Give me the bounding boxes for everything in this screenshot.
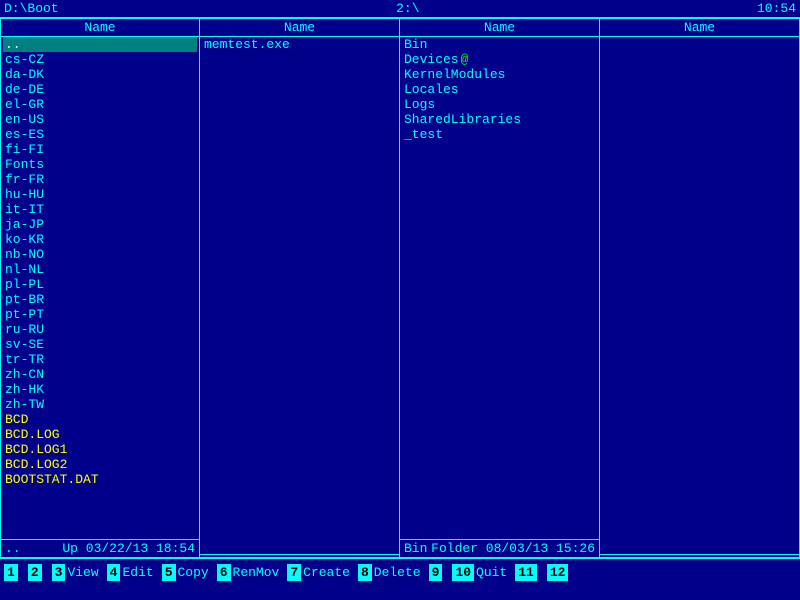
list-item[interactable]: ja-JP: [3, 217, 197, 232]
list-item[interactable]: KernelModules: [402, 67, 597, 82]
list-item[interactable]: Fonts: [3, 157, 197, 172]
function-key-label: RenMov: [233, 565, 280, 580]
function-button-7[interactable]: 7Create: [283, 559, 354, 586]
list-item[interactable]: nb-NO: [3, 247, 197, 262]
function-key-num: 10: [452, 564, 474, 581]
list-item[interactable]: da-DK: [3, 67, 197, 82]
list-item[interactable]: sv-SE: [3, 337, 197, 352]
bottom-bar: 123View4Edit5Copy6RenMov7Create8Delete91…: [0, 558, 800, 586]
list-item[interactable]: _test: [402, 127, 597, 142]
function-key-num: 2: [28, 564, 42, 581]
function-key-label: View: [67, 565, 98, 580]
list-item[interactable]: el-GR: [3, 97, 197, 112]
list-item[interactable]: cs-CZ: [3, 52, 197, 67]
function-key-label: Copy: [178, 565, 209, 580]
clock: 10:54: [757, 1, 796, 16]
panel-right: Name BinDevices @KernelModulesLocalesLog…: [400, 18, 600, 558]
list-item[interactable]: ru-RU: [3, 322, 197, 337]
list-item[interactable]: ko-KR: [3, 232, 197, 247]
panel-right-header: Name: [400, 19, 599, 37]
list-item[interactable]: it-IT: [3, 202, 197, 217]
list-item[interactable]: zh-HK: [3, 382, 197, 397]
list-item[interactable]: en-US: [3, 112, 197, 127]
panel-far-right-header: Name: [600, 19, 799, 37]
list-item[interactable]: pt-BR: [3, 292, 197, 307]
function-button-2[interactable]: 2: [24, 559, 48, 586]
list-item[interactable]: fi-FI: [3, 142, 197, 157]
list-item[interactable]: es-ES: [3, 127, 197, 142]
function-button-9[interactable]: 9: [425, 559, 449, 586]
function-button-10[interactable]: 10Quit: [448, 559, 511, 586]
function-key-num: 8: [358, 564, 372, 581]
panel-middle-footer: [200, 554, 399, 557]
list-item[interactable]: Locales: [402, 82, 597, 97]
function-button-5[interactable]: 5Copy: [158, 559, 213, 586]
function-button-1[interactable]: 1: [0, 559, 24, 586]
function-key-num: 6: [217, 564, 231, 581]
panel-left-footer-right: Up 03/22/13 18:54: [62, 541, 195, 556]
panel-left: Name ..cs-CZda-DKde-DEel-GRen-USes-ESfi-…: [0, 18, 200, 558]
list-item[interactable]: BCD.LOG1: [3, 442, 197, 457]
list-item[interactable]: Devices @: [402, 52, 597, 67]
function-key-num: 12: [547, 564, 569, 581]
list-item[interactable]: BCD.LOG2: [3, 457, 197, 472]
list-item[interactable]: Bin: [402, 37, 597, 52]
left-path: D:\Boot: [4, 1, 59, 16]
panel-middle-header: Name: [200, 19, 399, 37]
panel-middle-content: memtest.exe: [200, 37, 399, 554]
main-area: Name ..cs-CZda-DKde-DEel-GRen-USes-ESfi-…: [0, 18, 800, 558]
list-item[interactable]: zh-CN: [3, 367, 197, 382]
list-item[interactable]: fr-FR: [3, 172, 197, 187]
function-key-num: 11: [515, 564, 537, 581]
function-button-8[interactable]: 8Delete: [354, 559, 425, 586]
list-item[interactable]: nl-NL: [3, 262, 197, 277]
list-item[interactable]: Logs: [402, 97, 597, 112]
function-button-12[interactable]: 12: [543, 559, 575, 586]
list-item[interactable]: de-DE: [3, 82, 197, 97]
panel-left-footer-left: ..: [5, 541, 21, 556]
function-key-num: 7: [287, 564, 301, 581]
list-item[interactable]: pl-PL: [3, 277, 197, 292]
function-key-num: 4: [107, 564, 121, 581]
list-item[interactable]: BCD.LOG: [3, 427, 197, 442]
function-key-num: 5: [162, 564, 176, 581]
top-bar: D:\Boot 2:\ 10:54: [0, 0, 800, 18]
function-key-label: Delete: [374, 565, 421, 580]
panel-left-header: Name: [1, 19, 199, 37]
list-item[interactable]: pt-PT: [3, 307, 197, 322]
function-key-num: 1: [4, 564, 18, 581]
panel-middle: Name memtest.exe: [200, 18, 400, 558]
panel-right-footer: Bin Folder 08/03/13 15:26: [400, 539, 599, 557]
function-key-num: 9: [429, 564, 443, 581]
list-item[interactable]: BCD: [3, 412, 197, 427]
function-button-11[interactable]: 11: [511, 559, 543, 586]
panel-far-right: Name: [600, 18, 800, 558]
function-key-num: 3: [52, 564, 66, 581]
list-item[interactable]: memtest.exe: [202, 37, 397, 52]
function-key-label: Quit: [476, 565, 507, 580]
list-item[interactable]: tr-TR: [3, 352, 197, 367]
function-button-6[interactable]: 6RenMov: [213, 559, 284, 586]
panel-right-footer-right: Folder 08/03/13 15:26: [431, 541, 595, 556]
function-button-3[interactable]: 3View: [48, 559, 103, 586]
panel-right-footer-left: Bin: [404, 541, 427, 556]
function-button-4[interactable]: 4Edit: [103, 559, 158, 586]
function-key-label: Create: [303, 565, 350, 580]
right-path: 2:\: [396, 1, 419, 16]
panel-left-footer: .. Up 03/22/13 18:54: [1, 539, 199, 557]
list-item[interactable]: ..: [3, 37, 197, 52]
list-item[interactable]: zh-TW: [3, 397, 197, 412]
panel-far-right-footer: [600, 554, 799, 557]
list-item[interactable]: SharedLibraries: [402, 112, 597, 127]
panel-far-right-content: [600, 37, 799, 554]
panel-right-content: BinDevices @KernelModulesLocalesLogsShar…: [400, 37, 599, 539]
list-item[interactable]: BOOTSTAT.DAT: [3, 472, 197, 487]
panel-left-content: ..cs-CZda-DKde-DEel-GRen-USes-ESfi-FIFon…: [1, 37, 199, 539]
list-item[interactable]: hu-HU: [3, 187, 197, 202]
function-key-label: Edit: [122, 565, 153, 580]
